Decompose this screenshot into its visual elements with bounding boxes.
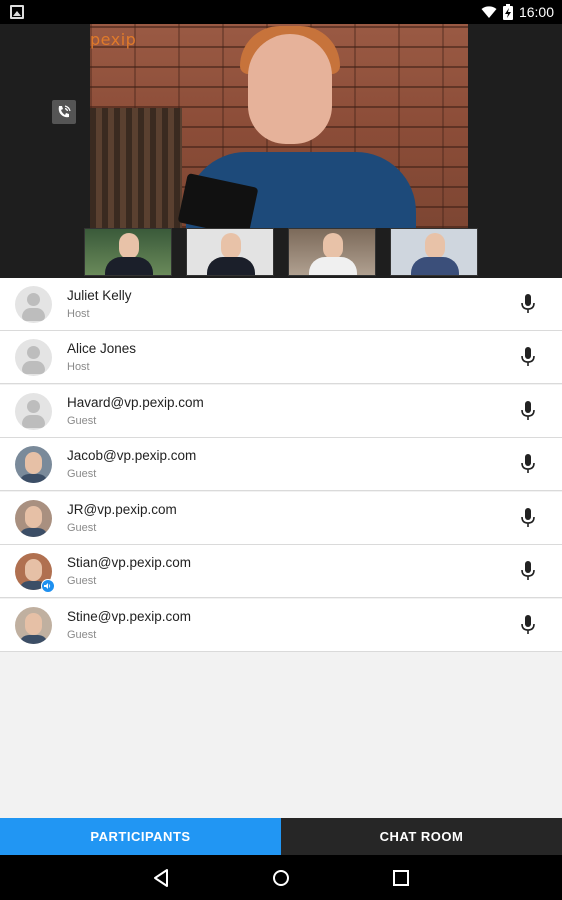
pexip-logo: pexip — [90, 30, 137, 49]
generic-avatar — [15, 393, 52, 430]
microphone-icon[interactable] — [521, 347, 535, 367]
photo-avatar — [15, 607, 52, 644]
participant-row[interactable]: Stian@vp.pexip.com Guest — [0, 545, 562, 598]
participant-row[interactable]: JR@vp.pexip.com Guest — [0, 492, 562, 545]
participant-row[interactable]: Juliet Kelly Host — [0, 278, 562, 331]
microphone-icon[interactable] — [521, 508, 535, 528]
participant-role: Host — [67, 361, 90, 373]
status-bar: 16:00 — [0, 0, 562, 24]
navigation-bar — [0, 855, 562, 900]
participant-name: Stine@vp.pexip.com — [67, 609, 192, 624]
participant-row[interactable]: Alice Jones Host — [0, 331, 562, 384]
tab-chat-room[interactable]: CHAT ROOM — [281, 818, 562, 855]
wifi-icon — [481, 6, 497, 18]
participant-role: Guest — [67, 468, 97, 480]
microphone-icon[interactable] — [521, 615, 535, 635]
participant-row[interactable]: Jacob@vp.pexip.com Guest — [0, 438, 562, 491]
participant-role: Guest — [67, 415, 97, 427]
microphone-icon[interactable] — [521, 401, 535, 421]
battery-charging-icon — [502, 4, 513, 20]
generic-avatar — [15, 339, 52, 376]
participant-name: Jacob@vp.pexip.com — [67, 448, 197, 463]
image-notification-icon — [10, 5, 24, 19]
video-thumbnail[interactable] — [288, 228, 376, 276]
bottom-tabs: PARTICIPANTS CHAT ROOM — [0, 818, 562, 855]
participant-name: Alice Jones — [67, 341, 137, 356]
video-area: pexip — [0, 24, 562, 278]
photo-avatar — [15, 500, 52, 537]
video-thumbnail[interactable] — [84, 228, 172, 276]
video-thumbnail[interactable] — [390, 228, 478, 276]
video-speaker-head — [248, 34, 332, 144]
home-icon[interactable] — [270, 867, 292, 889]
photo-avatar — [15, 446, 52, 483]
main-video-feed[interactable]: pexip — [90, 24, 468, 228]
microphone-icon[interactable] — [521, 561, 535, 581]
generic-avatar — [15, 286, 52, 323]
participant-role: Guest — [67, 522, 97, 534]
clock: 16:00 — [518, 4, 554, 20]
speaking-indicator-icon — [41, 579, 55, 593]
back-icon[interactable] — [150, 867, 172, 889]
phone-call-icon[interactable] — [52, 100, 76, 124]
participant-role: Host — [67, 308, 90, 320]
participant-role: Guest — [67, 629, 97, 641]
status-bar-right: 16:00 — [481, 3, 554, 21]
participant-row[interactable]: Stine@vp.pexip.com Guest — [0, 599, 562, 652]
participants-list: Juliet Kelly Host Alice Jones Host Havar… — [0, 278, 562, 818]
tab-participants[interactable]: PARTICIPANTS — [0, 818, 281, 855]
video-thumbnail[interactable] — [186, 228, 274, 276]
recents-icon[interactable] — [390, 867, 412, 889]
participant-name: Stian@vp.pexip.com — [67, 555, 192, 570]
participant-name: Havard@vp.pexip.com — [67, 395, 204, 410]
participant-row[interactable]: Havard@vp.pexip.com Guest — [0, 385, 562, 438]
microphone-icon[interactable] — [521, 454, 535, 474]
microphone-icon[interactable] — [521, 294, 535, 314]
video-thumbnails — [84, 228, 478, 276]
participant-name: JR@vp.pexip.com — [67, 502, 177, 517]
participant-name: Juliet Kelly — [67, 288, 132, 303]
video-chair — [90, 108, 182, 228]
participant-role: Guest — [67, 575, 97, 587]
